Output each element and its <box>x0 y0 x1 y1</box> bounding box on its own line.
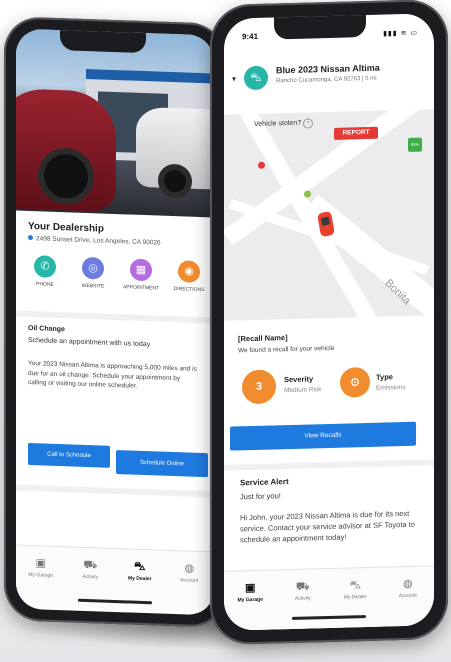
garage-icon: ▣ <box>35 557 46 570</box>
left-phone-screen: Your Dealership 2498 Sunset Drive, Los A… <box>16 28 215 616</box>
right-phone-screen: 9:41 ▮▮▮ ≋ ▭ ▾ ⛍ Blue 2023 Nissan Altima… <box>224 13 435 631</box>
tab-label: My Dealer <box>343 594 367 601</box>
dealership-photo <box>16 28 214 218</box>
right-tab-bar: ▣ My Garage ⛟ Activity ⛍ My Dealer ◍ Acc… <box>224 565 435 631</box>
battery-icon: 95% <box>408 137 422 152</box>
dealer-address: 2498 Sunset Drive, Los Angeles, CA 90026 <box>28 234 161 247</box>
help-icon[interactable]: ? <box>303 118 314 129</box>
dealer-title: Your Dealership <box>28 220 104 235</box>
phone-notch <box>60 30 146 54</box>
map-marker <box>258 161 265 169</box>
tab-account[interactable]: ◍ Account <box>165 551 215 613</box>
car-icon: ⛟ <box>83 558 98 572</box>
action-label: DIRECTIONS <box>173 286 205 294</box>
garage-icon: ▣ <box>245 581 256 595</box>
tab-my-garage[interactable]: ▣ My Garage <box>224 570 277 630</box>
map-marker <box>304 190 311 198</box>
tab-label: Account <box>180 577 199 584</box>
user-icon: ◍ <box>402 577 413 591</box>
service-alert-body: Hi John, your 2023 Nissan Altima is due … <box>240 508 415 545</box>
directions-action[interactable]: ◉ DIRECTIONS <box>166 260 212 294</box>
type-value: Emissions <box>376 383 406 392</box>
car-front-icon: ⛍ <box>134 560 146 574</box>
service-alert-title: Service Alert <box>240 477 289 488</box>
left-phone: Your Dealership 2498 Sunset Drive, Los A… <box>4 16 226 628</box>
phone-notch <box>274 15 366 40</box>
divider <box>16 310 214 324</box>
vehicle-map[interactable]: Bonita <box>224 109 434 321</box>
tab-account[interactable]: ◍ Account <box>382 566 435 627</box>
globe-icon: ◎ <box>82 256 104 280</box>
tab-my-dealer[interactable]: ⛍ My Dealer <box>329 568 382 629</box>
tab-label: Activity <box>294 595 311 602</box>
location-icon: ◉ <box>178 260 200 283</box>
car-icon: ⛟ <box>295 580 310 593</box>
severity-badge: 3 <box>242 369 276 405</box>
type-label: Type <box>376 372 393 382</box>
divider <box>16 484 214 498</box>
vehicle-stolen-label: Vehicle stolen?? <box>254 118 314 130</box>
website-action[interactable]: ◎ WEBSITE <box>70 256 116 290</box>
tab-activity[interactable]: ⛟ Activity <box>277 569 330 630</box>
tab-label: My Garage <box>237 596 264 604</box>
severity-value: Medium Risk <box>284 386 322 395</box>
car-wheel <box>158 163 192 199</box>
tab-label: My Dealer <box>127 575 152 583</box>
oil-change-subtitle: Schedule an appointment with us today <box>28 336 151 349</box>
vehicle-header: ▾ ⛍ Blue 2023 Nissan Altima Rancho Cucam… <box>224 53 434 116</box>
recall-card: [Recall Name] We found a recall for your… <box>230 325 428 465</box>
status-icons: ▮▮▮ ≋ ▭ <box>383 29 418 38</box>
chevron-down-icon[interactable]: ▾ <box>232 74 236 83</box>
view-recalls-button[interactable]: View Recalls <box>230 421 416 451</box>
report-button[interactable]: REPORT <box>334 126 378 140</box>
action-label: WEBSITE <box>81 282 105 290</box>
tab-label: Activity <box>82 573 99 581</box>
phone-action[interactable]: ✆ PHONE <box>22 255 68 289</box>
tab-my-garage[interactable]: ▣ My Garage <box>16 546 66 608</box>
location-pin-icon <box>28 234 33 241</box>
tab-label: Account <box>398 592 417 600</box>
oil-change-body: Your 2023 Nissan Altima is approaching 5… <box>28 359 197 390</box>
action-label: APPOINTMENT <box>122 284 160 292</box>
status-time: 9:41 <box>242 31 259 42</box>
call-to-schedule-button[interactable]: Call to Schedule <box>28 442 110 468</box>
calendar-icon: ▦ <box>130 258 152 282</box>
dealer-actions: ✆ PHONE ◎ WEBSITE ▦ APPOINTMENT ◉ DIRECT… <box>22 255 212 294</box>
recall-name: [Recall Name] <box>238 333 288 344</box>
vehicle-location: Rancho Cucamonga, CA 92763 | 5 mi <box>276 75 377 85</box>
car-icon: ⛍ <box>244 65 268 91</box>
severity-label: Severity <box>284 374 314 385</box>
car-front-icon: ⛍ <box>349 579 361 592</box>
user-icon: ◍ <box>184 562 195 575</box>
vehicle-name[interactable]: Blue 2023 Nissan Altima <box>276 63 380 76</box>
right-phone: 9:41 ▮▮▮ ≋ ▭ ▾ ⛍ Blue 2023 Nissan Altima… <box>210 0 448 646</box>
service-alert-subtitle: Just for you! <box>240 491 281 502</box>
action-label: PHONE <box>36 281 54 288</box>
schedule-online-button[interactable]: Schedule Online <box>116 450 208 478</box>
recall-subtitle: We found a recall for your vehicle <box>238 344 335 355</box>
tab-label: My Garage <box>28 571 54 579</box>
appointment-action[interactable]: ▦ APPOINTMENT <box>118 258 164 292</box>
phone-icon: ✆ <box>34 255 56 278</box>
engine-icon: ⚙ <box>340 366 370 398</box>
oil-change-title: Oil Change <box>28 324 65 334</box>
